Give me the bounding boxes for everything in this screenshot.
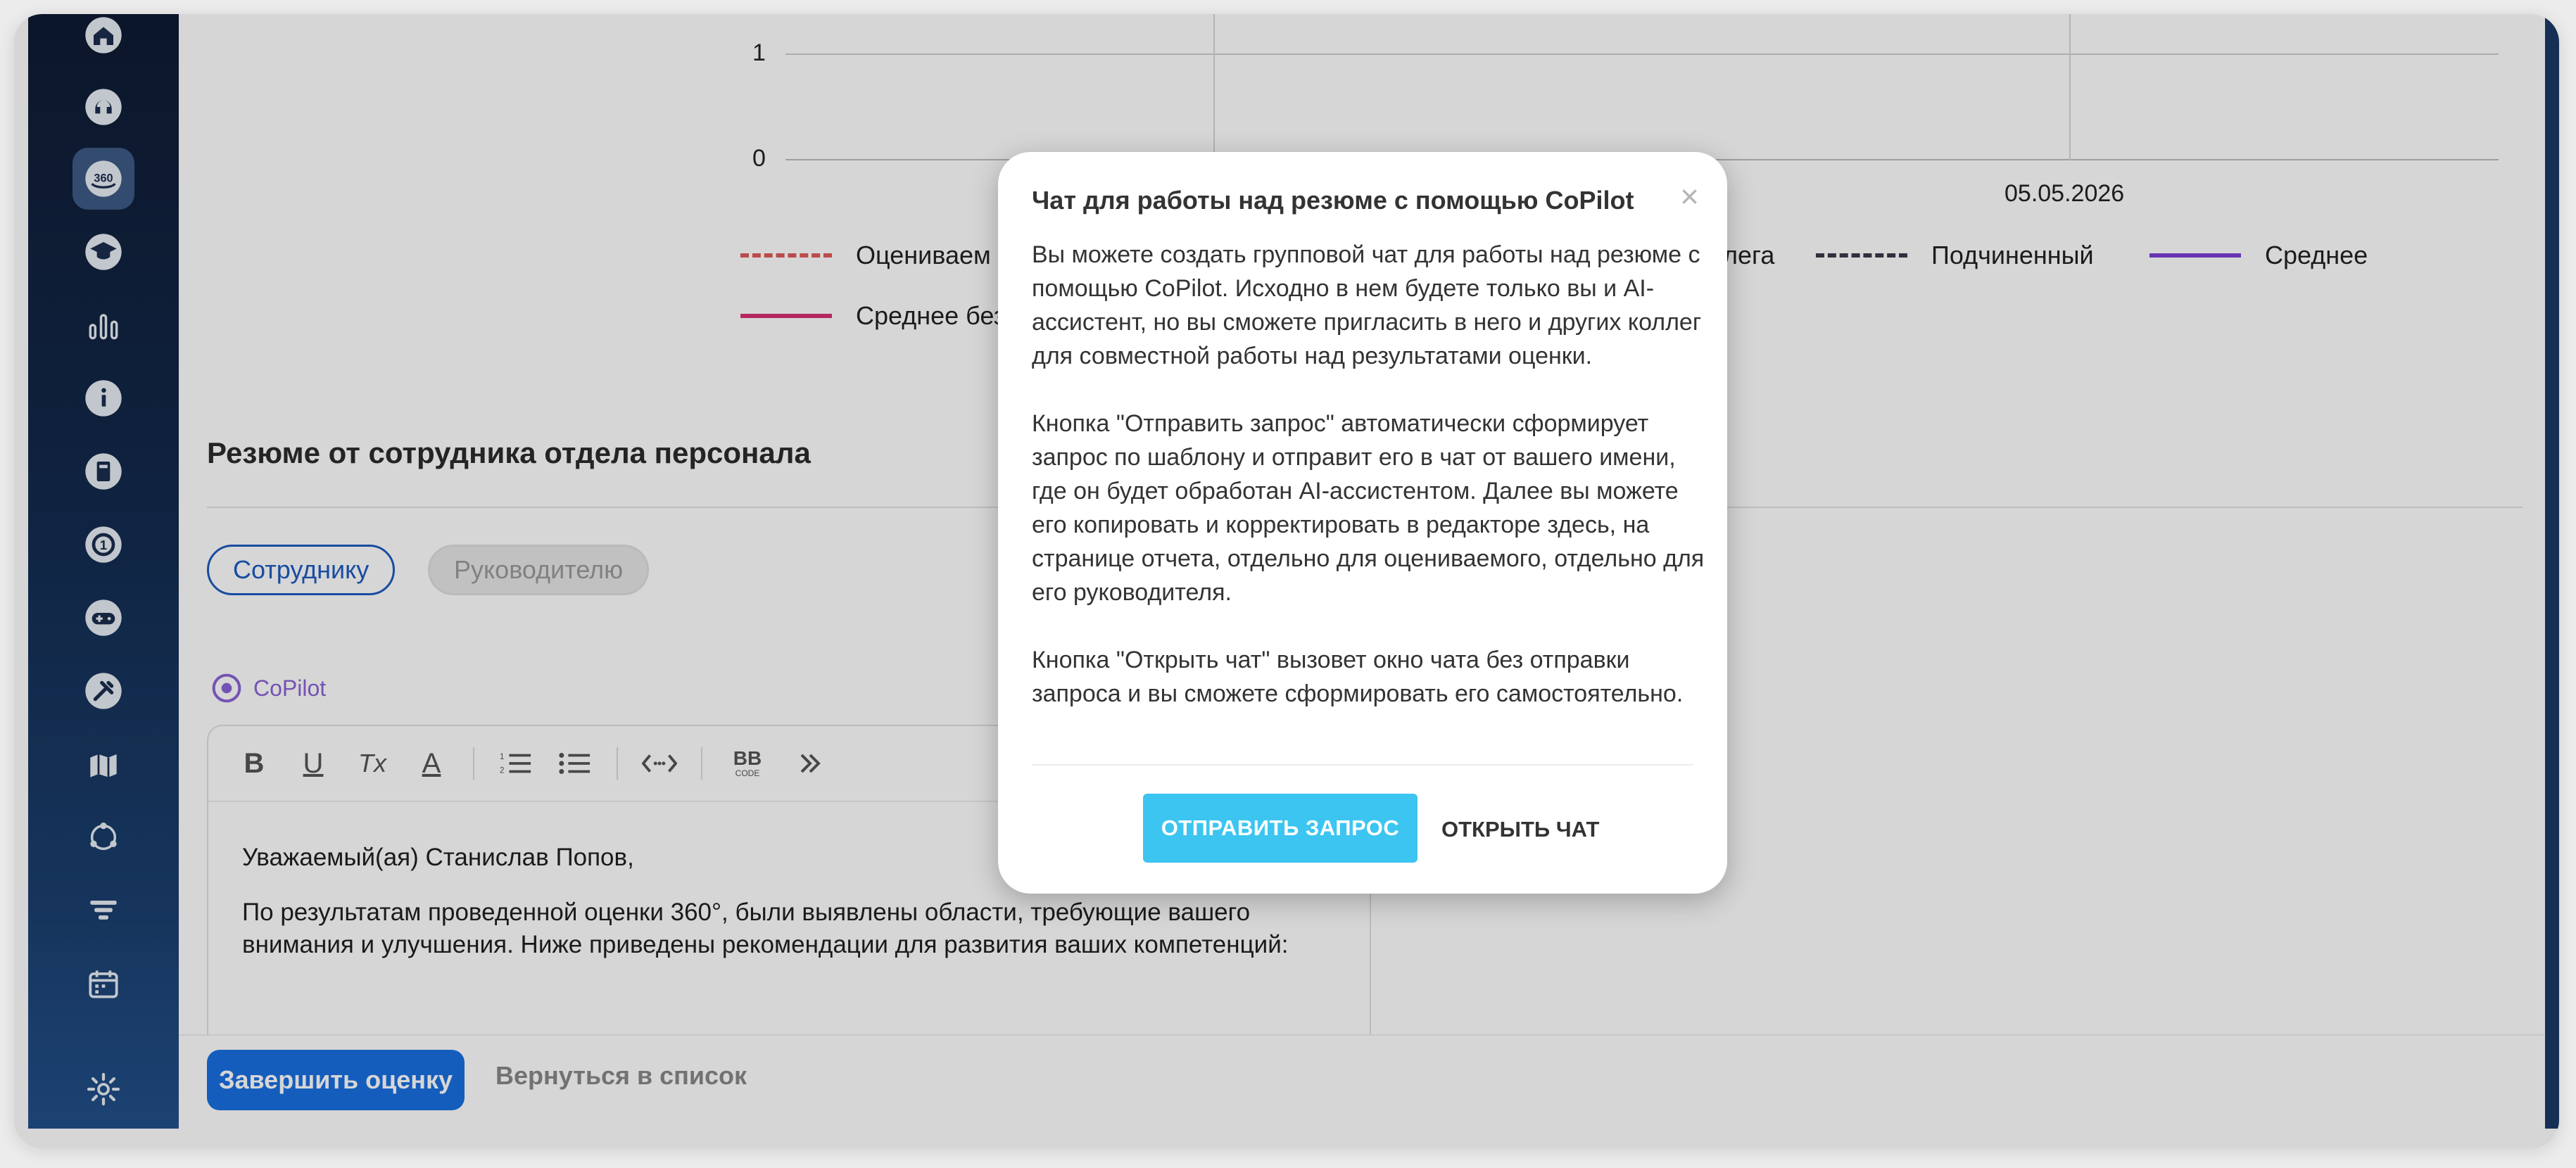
app-window: 360 1 1 0 05.05.2026 Оцениваем лега Подч… <box>14 14 2559 1148</box>
dialog-paragraph: Вы можете создать групповой чат для рабо… <box>1032 241 1702 369</box>
dialog-divider <box>1032 764 1693 766</box>
send-request-button[interactable]: ОТПРАВИТЬ ЗАПРОС <box>1143 794 1418 863</box>
copilot-chat-dialog: Чат для работы над резюме с помощью CoPi… <box>998 152 1727 894</box>
open-chat-button[interactable]: ОТКРЫТЬ ЧАТ <box>1441 817 1599 842</box>
dialog-title: Чат для работы над резюме с помощью CoPi… <box>1032 186 1634 215</box>
dialog-paragraph: Кнопка "Открыть чат" вызовет окно чата б… <box>1032 647 1684 707</box>
close-icon[interactable]: × <box>1680 177 1699 215</box>
dialog-paragraph: Кнопка "Отправить запрос" автоматически … <box>1032 410 1705 606</box>
